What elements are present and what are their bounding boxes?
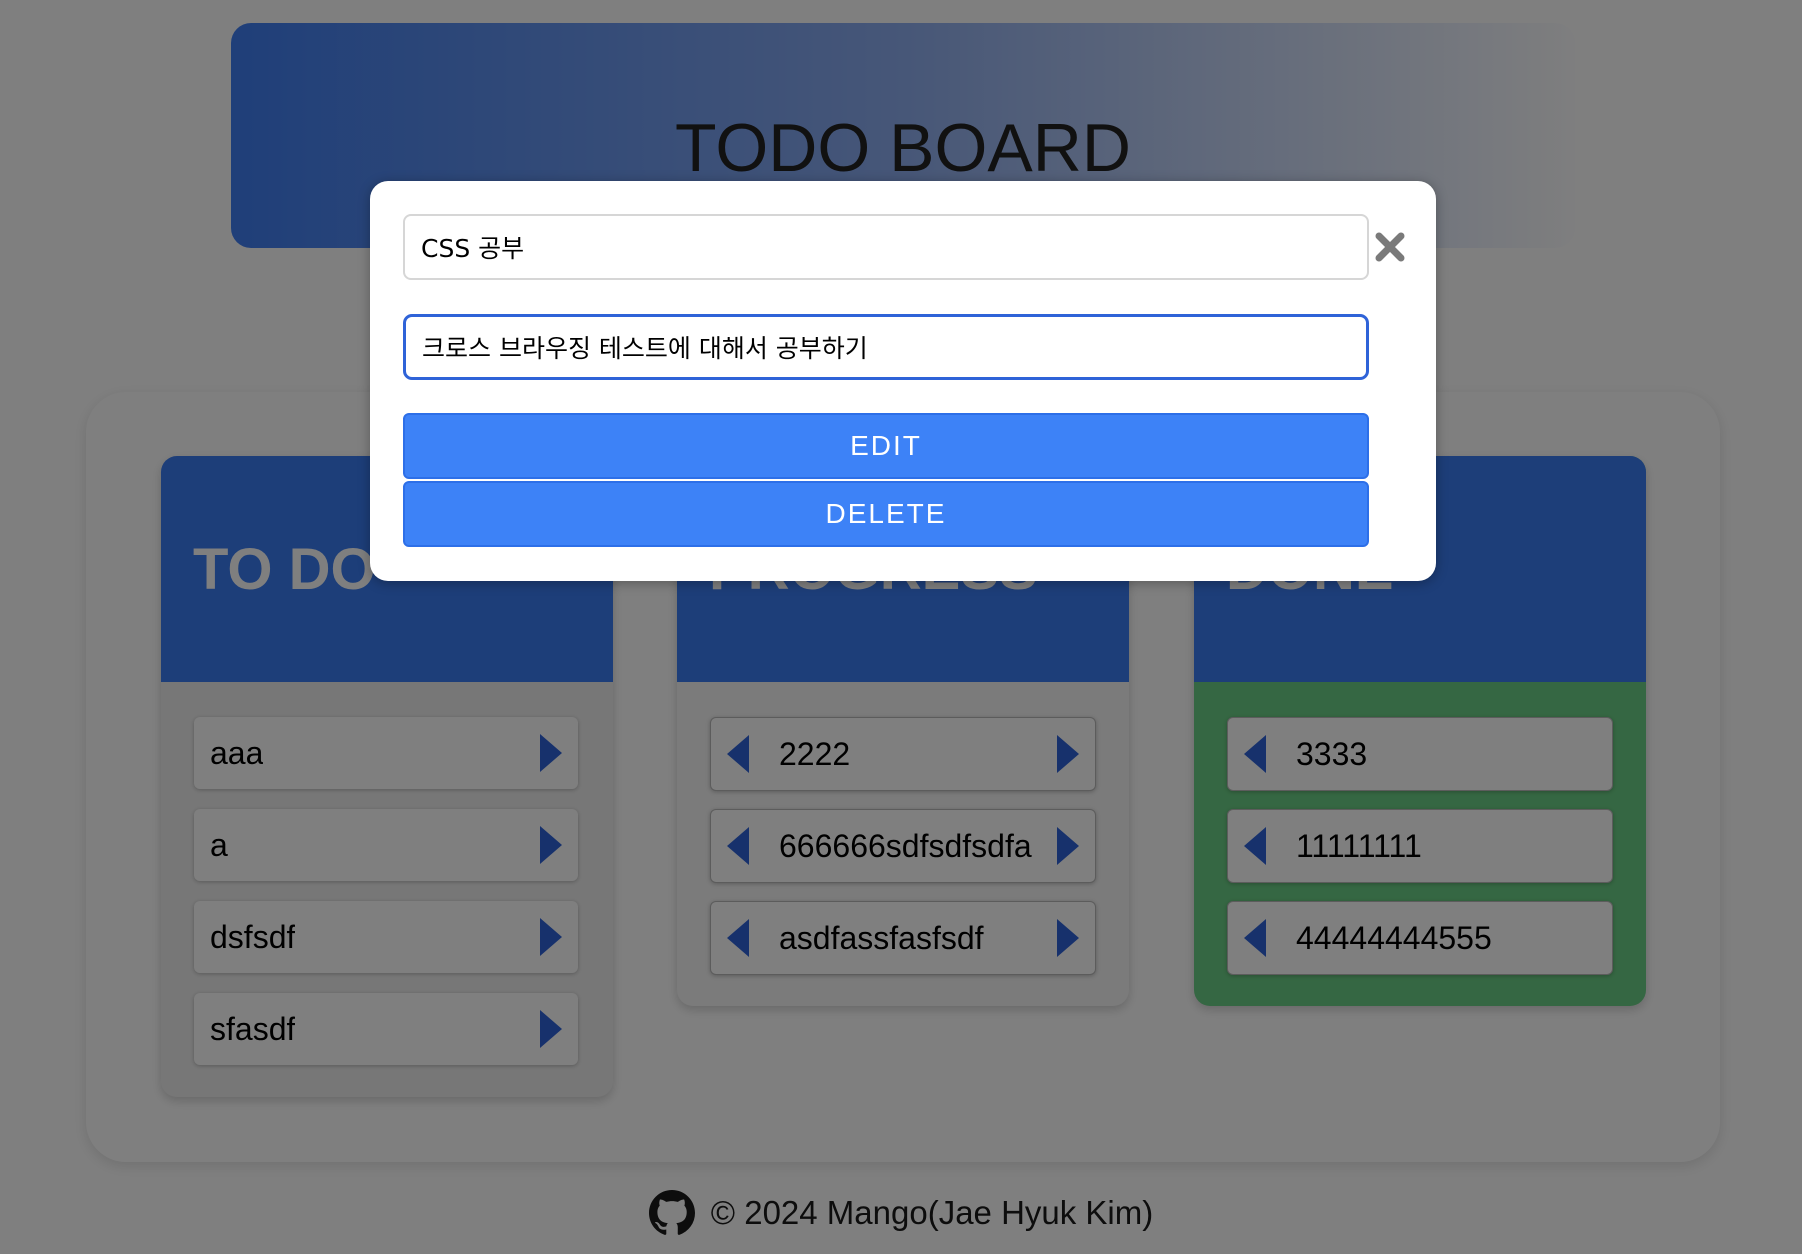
todo-board-page: TODO BOARD TO DO aaa a dsfsdf: [0, 0, 1802, 1254]
edit-button[interactable]: EDIT: [403, 413, 1369, 479]
edit-todo-modal: EDIT DELETE: [370, 181, 1436, 581]
close-x-icon[interactable]: [1372, 229, 1408, 265]
delete-button[interactable]: DELETE: [403, 481, 1369, 547]
todo-description-input[interactable]: [403, 314, 1369, 380]
todo-title-input[interactable]: [403, 214, 1369, 280]
